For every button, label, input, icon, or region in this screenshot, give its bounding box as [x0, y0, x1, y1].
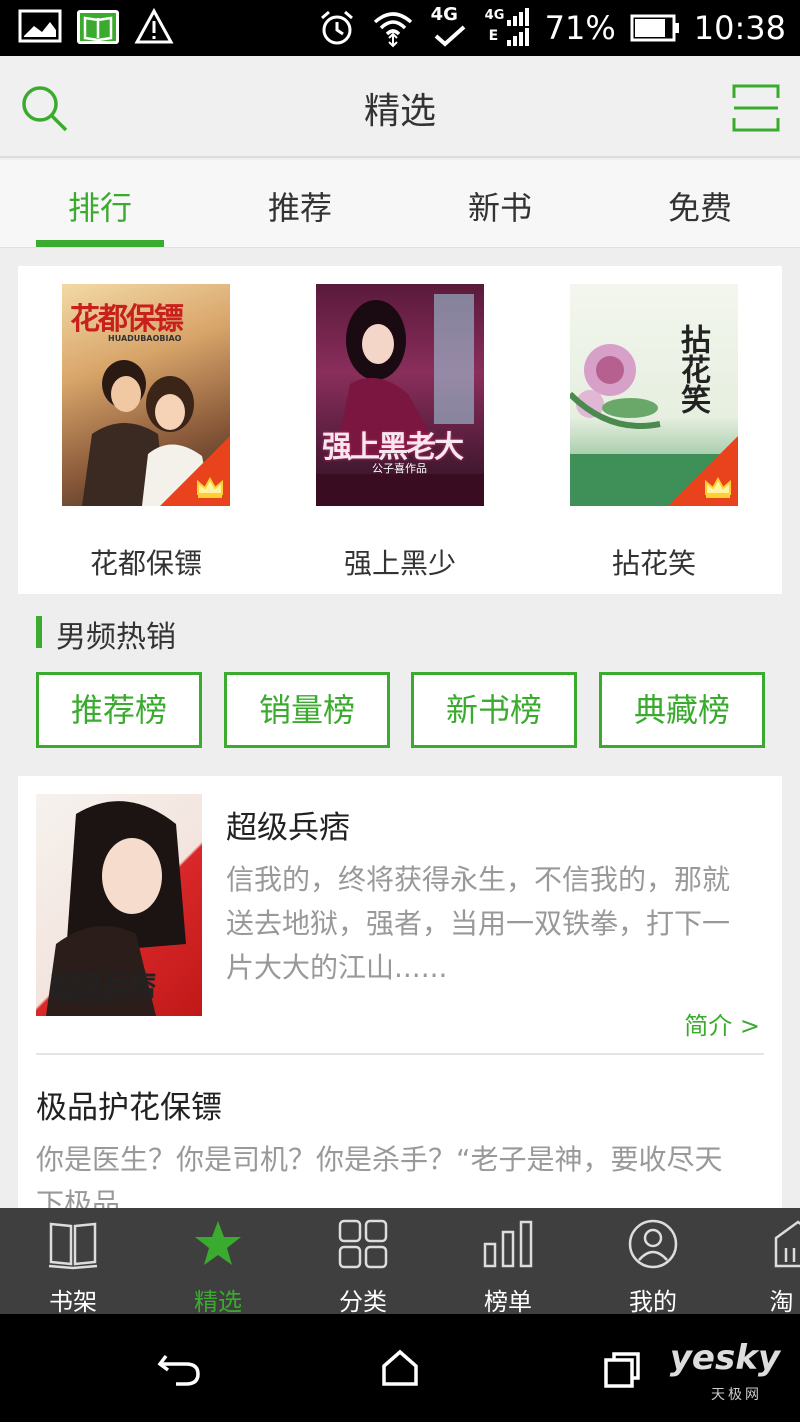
nav-featured[interactable]: 精选 [163, 1208, 273, 1314]
reader-app-icon [77, 10, 119, 44]
description-line: 信我的，终将获得永生，不信我的，那就 [226, 863, 731, 896]
crown-icon [705, 476, 731, 498]
nav-category[interactable]: 分类 [308, 1208, 418, 1314]
intro-link[interactable]: 简介 > [684, 1006, 760, 1041]
home-icon[interactable] [380, 1348, 420, 1388]
top-bar: 精选 [0, 56, 800, 158]
cover-subtitle: CHAOJIB INPI [52, 996, 119, 1006]
grid-icon [338, 1219, 388, 1269]
book-cover[interactable]: 拈花笑 [570, 284, 738, 506]
book-title[interactable]: 拈花笑 [550, 542, 758, 582]
crown-icon [197, 476, 223, 498]
cover-title: 拈花笑 [675, 324, 710, 414]
network-label: 4G [430, 4, 458, 25]
battery-percent: 71% [544, 9, 616, 47]
system-nav-bar: yesky 天极网 [0, 1314, 800, 1422]
book-title[interactable]: 极品护花保镖 [36, 1082, 222, 1127]
section-accent [36, 616, 42, 648]
book-title[interactable]: 花都保镖 [42, 542, 250, 582]
battery-icon [630, 14, 679, 42]
nav-shop[interactable]: 淘 [743, 1208, 800, 1314]
recent-apps-icon[interactable] [602, 1350, 642, 1390]
alarm-icon [320, 10, 353, 45]
nav-label: 我的 [629, 1288, 677, 1314]
tab-free[interactable]: 免费 [600, 160, 800, 248]
user-icon [628, 1219, 678, 1269]
top-books-card: 花都保镖 HUADUBAOBIAO 花都保镖 强上黑老大 公子喜作品 强上黑少 … [18, 266, 782, 594]
description-line: 送去地狱，强者，当用一双铁拳，打下一 [226, 907, 731, 940]
nav-label: 淘 [769, 1288, 794, 1314]
divider [36, 1053, 764, 1055]
star-icon [195, 1221, 241, 1265]
signal-icon [506, 8, 529, 46]
nav-rankings[interactable]: 榜单 [453, 1208, 563, 1314]
section-title: 男频热销 [56, 620, 176, 655]
book-cover[interactable]: 强上黑老大 公子喜作品 [316, 284, 484, 506]
nav-label: 分类 [339, 1288, 387, 1314]
watermark-logo: yesky [669, 1338, 780, 1378]
nav-label: 榜单 [484, 1288, 532, 1314]
warning-icon [134, 8, 174, 44]
book-title[interactable]: 强上黑少 [296, 542, 504, 582]
clock: 10:38 [693, 9, 786, 47]
book-cover[interactable]: 超级兵痞 CHAOJIB INPI [36, 794, 202, 1016]
tab-new-books[interactable]: 新书 [400, 160, 600, 248]
app-screen: 精选 排行 推荐 新书 免费 花都保镖 HUADUBAOBIAO 花都保镖 强上… [0, 56, 800, 1314]
nav-label: 精选 [194, 1288, 242, 1314]
network-indicator: 4G [429, 4, 471, 50]
nav-mine[interactable]: 我的 [598, 1208, 708, 1314]
tab-indicator [36, 240, 164, 247]
nav-label: 书架 [49, 1288, 97, 1314]
signal-label-4g: 4G [484, 8, 505, 23]
wifi-icon [373, 12, 412, 48]
status-bar: 4G 4G E 71% 10:38 [0, 0, 800, 56]
tab-ranking[interactable]: 排行 [0, 160, 200, 248]
bar-chart-icon [483, 1220, 533, 1268]
description-line: 你是医生？你是司机？你是杀手？“老子是神，要收尽天 [36, 1143, 723, 1176]
book-title[interactable]: 超级兵痞 [226, 802, 350, 847]
bottom-nav: 书架 精选 分类 榜单 我的 淘 [0, 1208, 800, 1314]
book-description: 信我的，终将获得永生，不信我的，那就 送去地狱，强者，当用一双铁拳，打下一 片大… [226, 858, 766, 990]
watermark-subtitle: 天极网 [711, 1387, 762, 1403]
cover-subtitle: 公子喜作品 [372, 462, 427, 475]
list-item[interactable]: 超级兵痞 CHAOJIB INPI 超级兵痞 信我的，终将获得永生，不信我的，那… [18, 776, 782, 1054]
new-book-rank-button[interactable]: 新书榜 [411, 672, 577, 748]
signal-label-e: E [488, 28, 499, 44]
nav-bookshelf[interactable]: 书架 [18, 1208, 128, 1314]
collection-rank-button[interactable]: 典藏榜 [599, 672, 765, 748]
page-title: 精选 [363, 91, 436, 132]
gallery-icon [18, 9, 62, 43]
sales-rank-button[interactable]: 销量榜 [224, 672, 390, 748]
scan-icon[interactable] [732, 84, 780, 132]
tab-recommend[interactable]: 推荐 [200, 160, 400, 248]
check-icon [434, 25, 465, 47]
back-icon[interactable] [156, 1348, 204, 1388]
description-line: 片大大的江山...... [226, 951, 448, 984]
recommend-rank-button[interactable]: 推荐榜 [36, 672, 202, 748]
tab-bar: 排行 推荐 新书 免费 [0, 160, 800, 248]
book-cover[interactable]: 花都保镖 HUADUBAOBIAO [62, 284, 230, 506]
book-icon [48, 1222, 98, 1270]
shop-icon [774, 1220, 800, 1268]
signal-indicator: 4G E [485, 6, 531, 50]
